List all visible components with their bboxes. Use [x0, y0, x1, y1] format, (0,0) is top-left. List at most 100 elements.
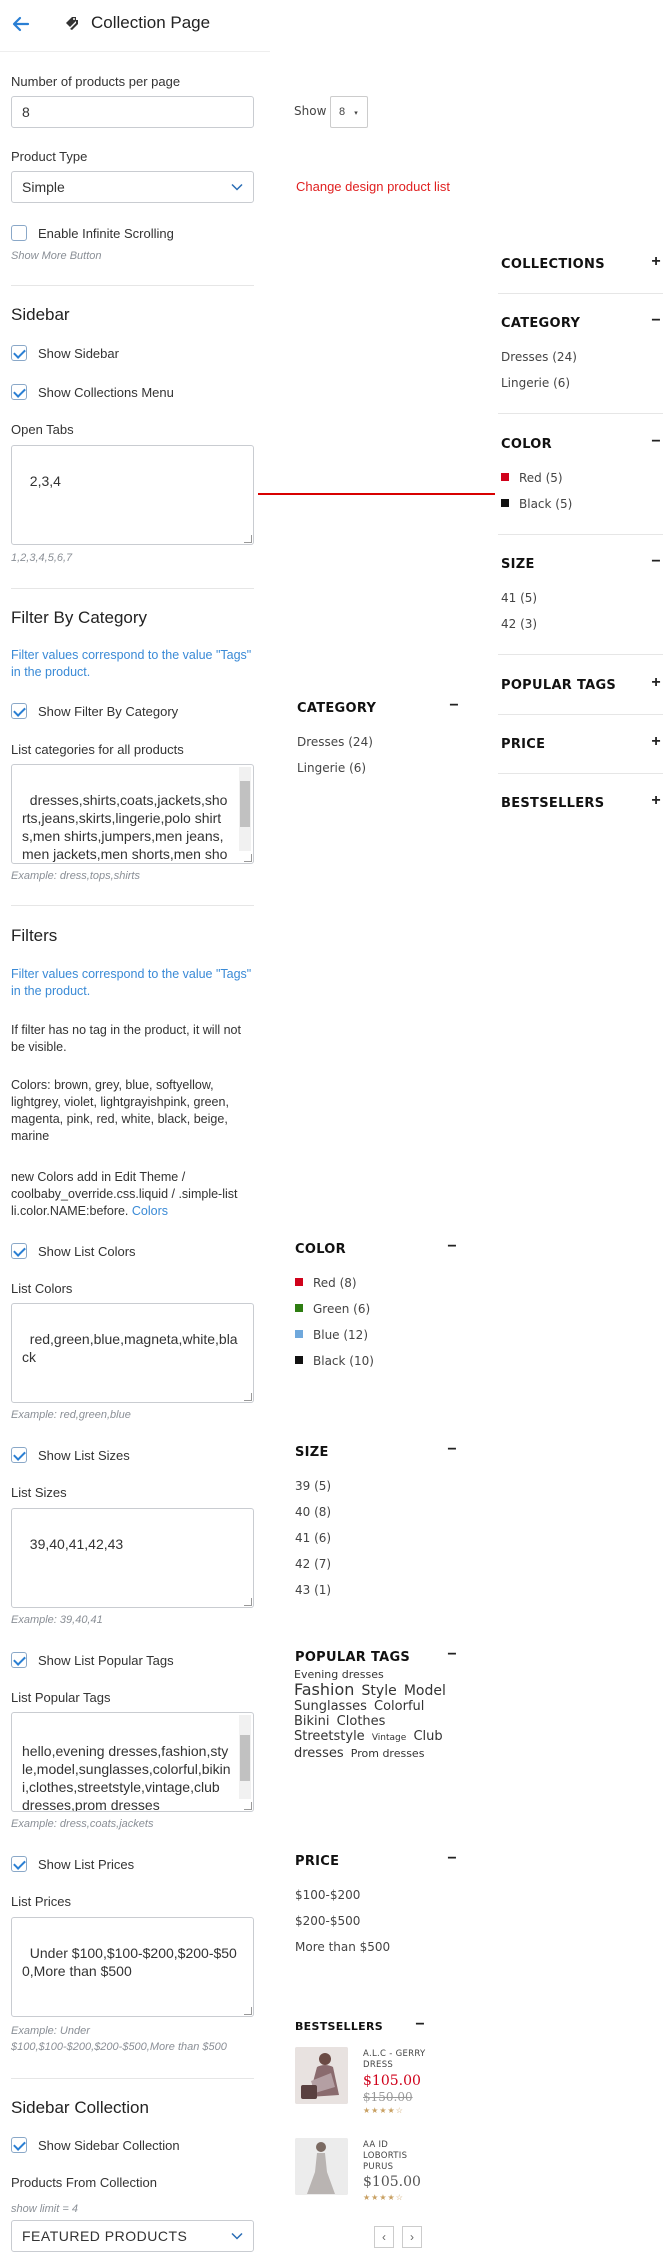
- preview-size-title[interactable]: SIZE: [295, 1445, 329, 1460]
- preview-size-item[interactable]: 43 (1): [295, 1583, 331, 1597]
- preview-bestsellers-title[interactable]: BESTSELLERS: [501, 796, 604, 811]
- product-type-select[interactable]: Simple: [11, 171, 254, 203]
- plus-icon[interactable]: +: [650, 793, 662, 809]
- preview-size-item[interactable]: 40 (8): [295, 1505, 331, 1519]
- list-prices-textarea[interactable]: Under $100,$100-$200,$200-$500,More than…: [11, 1917, 254, 2017]
- list-popular-tags-textarea[interactable]: hello,evening dresses,fashion,style,mode…: [11, 1712, 254, 1812]
- preview-color-item[interactable]: Black (5): [501, 497, 572, 511]
- preview-collections-title[interactable]: COLLECTIONS: [501, 257, 605, 272]
- plus-icon[interactable]: +: [650, 675, 662, 691]
- tag-link[interactable]: Fashion: [294, 1680, 354, 1699]
- show-list-colors-checkbox[interactable]: Show List Colors: [11, 1242, 136, 1260]
- checkbox-box-checked: [11, 1447, 27, 1463]
- preview-size-item[interactable]: 42 (7): [295, 1557, 331, 1571]
- preview-category-item[interactable]: Dresses (24): [501, 350, 577, 364]
- plus-icon[interactable]: +: [650, 734, 662, 750]
- products-per-page-input[interactable]: 8: [11, 96, 254, 128]
- tag-link[interactable]: Bikini: [294, 1714, 330, 1729]
- resize-handle[interactable]: [244, 1598, 252, 1606]
- tag-link[interactable]: Vintage: [372, 1733, 406, 1743]
- tag-link[interactable]: Sunglasses: [294, 1699, 367, 1714]
- preview-size-title[interactable]: SIZE: [501, 557, 535, 572]
- product-image[interactable]: [295, 2047, 348, 2104]
- list-categories-textarea[interactable]: dresses,shirts,coats,jackets,shorts,jean…: [11, 764, 254, 864]
- preview-price-title[interactable]: PRICE: [295, 1854, 339, 1869]
- minus-icon[interactable]: −: [650, 554, 662, 570]
- filters-note: Filter values correspond to the value "T…: [11, 967, 252, 998]
- list-sizes-textarea[interactable]: 39,40,41,42,43: [11, 1508, 254, 1608]
- list-colors-textarea[interactable]: red,green,blue,magneta,white,black: [11, 1303, 254, 1403]
- open-tabs-textarea[interactable]: 2,3,4: [11, 445, 254, 545]
- tag-link[interactable]: Clothes: [337, 1714, 386, 1729]
- preview-category-item[interactable]: Lingerie (6): [297, 761, 366, 775]
- minus-icon[interactable]: −: [446, 1239, 458, 1255]
- tag-link[interactable]: Style: [362, 1683, 397, 1699]
- show-popular-tags-checkbox[interactable]: Show List Popular Tags: [11, 1651, 174, 1669]
- show-per-page-select[interactable]: 8 ▾: [330, 96, 368, 128]
- preview-bestsellers-title[interactable]: BESTSELLERS: [295, 2020, 383, 2033]
- minus-icon[interactable]: −: [650, 434, 662, 450]
- tag-link[interactable]: Prom dresses: [351, 1747, 425, 1760]
- preview-size-item[interactable]: 41 (5): [501, 591, 537, 605]
- minus-icon[interactable]: −: [650, 313, 662, 329]
- show-collections-menu-checkbox[interactable]: Show Collections Menu: [11, 383, 174, 401]
- preview-price-title[interactable]: PRICE: [501, 737, 545, 752]
- preview-price-item[interactable]: $100-$200: [295, 1888, 360, 1902]
- infinite-scrolling-checkbox[interactable]: Enable Infinite Scrolling: [11, 224, 174, 242]
- preview-size-item[interactable]: 42 (3): [501, 617, 537, 631]
- show-list-sizes-checkbox[interactable]: Show List Sizes: [11, 1446, 130, 1464]
- preview-color-item[interactable]: Red (8): [295, 1276, 357, 1290]
- preview-category-title[interactable]: CATEGORY: [297, 701, 376, 716]
- preview-category-item[interactable]: Lingerie (6): [501, 376, 570, 390]
- tag-link[interactable]: Model: [404, 1683, 446, 1699]
- preview-category-item[interactable]: Dresses (24): [297, 735, 373, 749]
- back-arrow-icon[interactable]: [10, 13, 32, 35]
- show-list-prices-label: Show List Prices: [38, 1856, 135, 1872]
- preview-size-item[interactable]: 41 (6): [295, 1531, 331, 1545]
- scrollbar-thumb[interactable]: [240, 1735, 250, 1781]
- preview-color-item[interactable]: Blue (12): [295, 1328, 368, 1342]
- next-button[interactable]: ›: [402, 2226, 422, 2248]
- scrollbar[interactable]: [239, 1715, 251, 1799]
- collection-select[interactable]: FEATURED PRODUCTS: [11, 2220, 254, 2252]
- show-list-prices-checkbox[interactable]: Show List Prices: [11, 1855, 134, 1873]
- tag-link[interactable]: Streetstyle: [294, 1729, 365, 1744]
- resize-handle[interactable]: [244, 854, 252, 862]
- minus-icon[interactable]: −: [446, 1647, 458, 1663]
- divider: [11, 588, 254, 589]
- prev-button[interactable]: ‹: [374, 2226, 394, 2248]
- product-name[interactable]: A.L.C - GERRY DRESS: [363, 2049, 433, 2071]
- minus-icon[interactable]: −: [446, 1442, 458, 1458]
- minus-icon[interactable]: −: [446, 1851, 458, 1867]
- product-image[interactable]: [295, 2138, 348, 2195]
- preview-color-item[interactable]: Black (10): [295, 1354, 374, 1368]
- preview-size-item[interactable]: 39 (5): [295, 1479, 331, 1493]
- preview-category-title[interactable]: CATEGORY: [501, 316, 580, 331]
- scrollbar-thumb[interactable]: [240, 781, 250, 827]
- preview-color-title[interactable]: COLOR: [295, 1242, 346, 1257]
- minus-icon[interactable]: −: [414, 2017, 426, 2033]
- preview-popular-tags-title[interactable]: POPULAR TAGS: [501, 678, 616, 693]
- plus-icon[interactable]: +: [650, 254, 662, 270]
- preview-price-item[interactable]: $200-$500: [295, 1914, 360, 1928]
- preview-popular-tags-title[interactable]: POPULAR TAGS: [295, 1650, 410, 1665]
- preview-price-item[interactable]: More than $500: [295, 1940, 390, 1954]
- change-design-link[interactable]: Change design product list: [296, 179, 450, 194]
- show-sidebar-checkbox[interactable]: Show Sidebar: [11, 344, 119, 362]
- resize-handle[interactable]: [244, 1393, 252, 1401]
- show-filter-category-checkbox[interactable]: Show Filter By Category: [11, 702, 178, 720]
- scrollbar[interactable]: [239, 767, 251, 851]
- tag-link[interactable]: dresses: [294, 1746, 344, 1761]
- product-name[interactable]: AA ID LOBORTIS PURUS: [363, 2140, 433, 2173]
- resize-handle[interactable]: [244, 535, 252, 543]
- tag-link[interactable]: Club: [413, 1729, 442, 1744]
- show-sidebar-collection-checkbox[interactable]: Show Sidebar Collection: [11, 2136, 180, 2154]
- resize-handle[interactable]: [244, 2007, 252, 2015]
- tag-link[interactable]: Colorful: [374, 1699, 424, 1714]
- preview-color-title[interactable]: COLOR: [501, 437, 552, 452]
- colors-link[interactable]: Colors: [132, 1204, 168, 1218]
- minus-icon[interactable]: −: [448, 698, 460, 714]
- preview-color-item[interactable]: Red (5): [501, 471, 563, 485]
- resize-handle[interactable]: [244, 1802, 252, 1810]
- preview-color-item[interactable]: Green (6): [295, 1302, 370, 1316]
